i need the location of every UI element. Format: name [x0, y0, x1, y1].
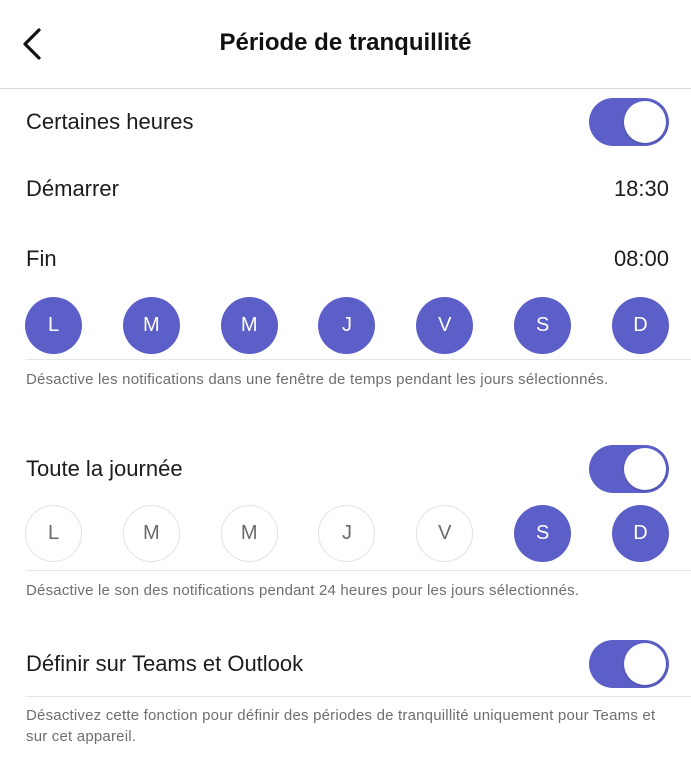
- end-time-value[interactable]: 08:00: [614, 246, 669, 272]
- day-button-thursday[interactable]: J: [318, 297, 376, 354]
- all-day-row: Toute la journée: [26, 443, 669, 495]
- toggle-knob: [624, 448, 666, 490]
- day-button-thursday[interactable]: J: [318, 505, 376, 562]
- teams-outlook-row: Définir sur Teams et Outlook: [26, 638, 669, 690]
- all-day-label: Toute la journée: [26, 456, 183, 481]
- teams-outlook-label: Définir sur Teams et Outlook: [26, 651, 304, 676]
- day-button-monday[interactable]: L: [25, 297, 82, 354]
- toggle-knob: [624, 101, 666, 143]
- certain-hours-row: Certaines heures: [26, 96, 669, 148]
- start-label: Démarrer: [26, 176, 119, 201]
- toggle-knob: [624, 643, 666, 685]
- divider: [26, 570, 691, 571]
- certain-hours-label: Certaines heures: [26, 109, 194, 134]
- day-button-wednesday[interactable]: M: [220, 505, 278, 562]
- divider: [26, 696, 691, 697]
- start-time-value[interactable]: 18:30: [614, 176, 669, 202]
- header-bar: Période de tranquillité: [0, 0, 691, 89]
- day-button-monday[interactable]: L: [25, 505, 82, 562]
- end-time-row[interactable]: Fin 08:00: [26, 238, 669, 280]
- certain-hours-day-picker: L M M J V S D: [25, 297, 669, 354]
- day-button-friday[interactable]: V: [416, 505, 474, 562]
- day-button-friday[interactable]: V: [416, 297, 474, 354]
- start-time-row[interactable]: Démarrer 18:30: [26, 168, 669, 210]
- teams-outlook-description: Désactivez cette fonction pour définir d…: [26, 707, 656, 745]
- day-button-sunday[interactable]: D: [611, 505, 669, 562]
- certain-hours-toggle[interactable]: [589, 98, 669, 146]
- day-button-saturday[interactable]: S: [514, 297, 572, 354]
- day-button-sunday[interactable]: D: [611, 297, 669, 354]
- page-title: Période de tranquillité: [219, 29, 472, 56]
- divider: [26, 359, 691, 360]
- teams-outlook-toggle[interactable]: [589, 640, 669, 688]
- all-day-day-picker: L M M J V S D: [25, 505, 669, 562]
- all-day-description: Désactive le son des notifications penda…: [26, 582, 580, 599]
- day-button-tuesday[interactable]: M: [122, 505, 180, 562]
- day-button-wednesday[interactable]: M: [220, 297, 278, 354]
- all-day-toggle[interactable]: [589, 445, 669, 493]
- certain-hours-description: Désactive les notifications dans une fen…: [26, 371, 609, 388]
- end-label: Fin: [26, 246, 57, 271]
- day-button-tuesday[interactable]: M: [122, 297, 180, 354]
- day-button-saturday[interactable]: S: [514, 505, 572, 562]
